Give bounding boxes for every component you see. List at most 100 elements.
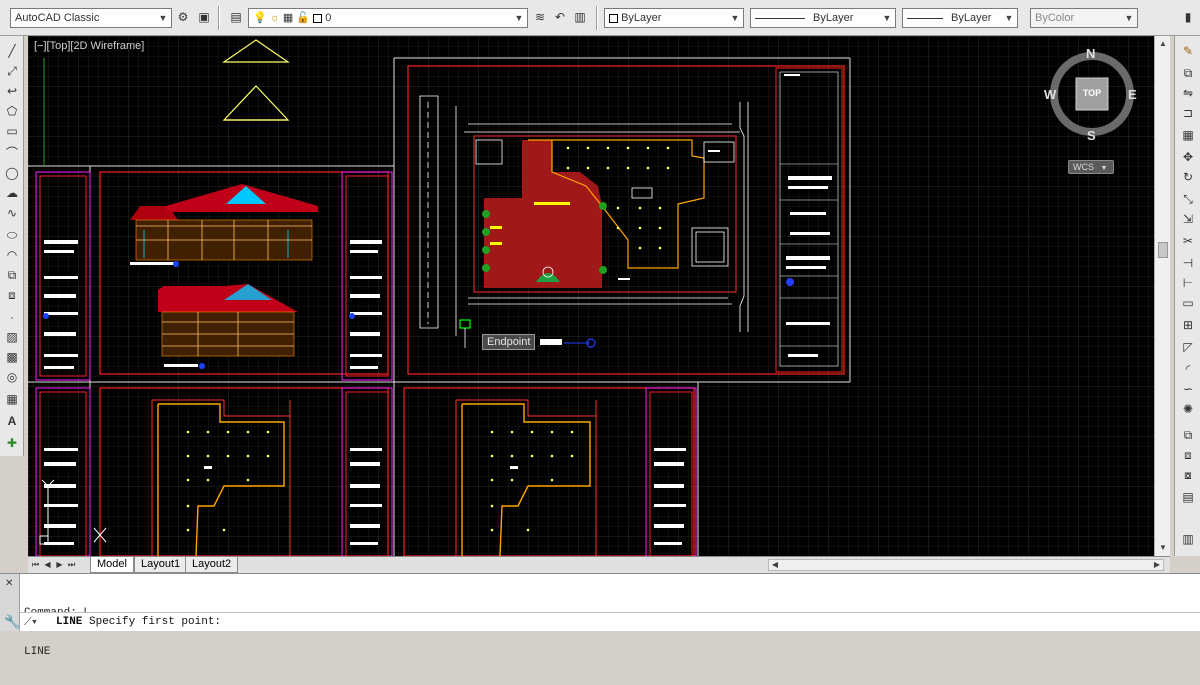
draw-order-front-icon[interactable]: ⧈ [1179, 446, 1197, 464]
viewcube-west[interactable]: W [1044, 87, 1056, 102]
viewcube-east[interactable]: E [1128, 87, 1137, 102]
region-icon[interactable]: ◎ [3, 368, 21, 386]
scrollbar-thumb[interactable] [1158, 242, 1168, 258]
first-tab-icon[interactable]: ⏮ [30, 558, 41, 572]
rotate-icon[interactable]: ↻ [1179, 168, 1197, 186]
layer-dropdown[interactable]: 💡 ☼ ▦ 🔓 0 ▼ [248, 8, 528, 28]
vertical-scrollbar[interactable]: ▲ ▼ [1154, 36, 1170, 556]
workspace-dropdown[interactable]: AutoCAD Classic ▼ [10, 8, 172, 28]
chevron-down-icon: ▼ [1004, 13, 1014, 23]
layer-states-icon[interactable]: ▥ [572, 9, 588, 25]
workspace-settings-icon[interactable]: ⚙ [175, 9, 191, 25]
linetype-value: ByLayer [813, 12, 854, 24]
freeze-viewport-icon: ▦ [282, 12, 294, 24]
linetype-sample [755, 17, 805, 19]
table-icon[interactable]: ▦ [3, 390, 21, 408]
chevron-down-icon: ▼ [514, 13, 524, 23]
command-prompt-icon[interactable]: ⟋▾ [24, 615, 48, 629]
viewport-label[interactable]: [−][Top][2D Wireframe] [34, 40, 144, 52]
command-window-grip[interactable]: ✕ 🔧 [0, 574, 20, 631]
mirror-icon[interactable]: ⇋ [1179, 84, 1197, 102]
modify-toolbar: ✎ ⧉ ⇋ ⊐ ▦ ✥ ↻ ⤡ ⇲ ✂ ⊣ ⊢ ▭ ⊞ ◸ ◜ ∽ ✺ ⧉ ⧈ … [1174, 36, 1200, 556]
draw-order-under-icon[interactable]: ▥ [1179, 530, 1197, 548]
wrench-icon[interactable]: 🔧 [4, 614, 20, 630]
linetype-dropdown[interactable]: ByLayer ▼ [750, 8, 896, 28]
scale-icon[interactable]: ⤡ [1179, 190, 1197, 208]
workspace-label: AutoCAD Classic [15, 12, 100, 24]
move-icon[interactable]: ✥ [1179, 148, 1197, 166]
horizontal-scrollbar[interactable]: ◀ ▶ [768, 559, 1164, 571]
insert-block-icon[interactable]: ⧉ [3, 266, 21, 284]
copy-icon[interactable]: ⧉ [1179, 64, 1197, 82]
plotstyle-dropdown[interactable]: ByColor ▼ [1030, 8, 1138, 28]
draw-order-above-icon[interactable]: ▤ [1179, 488, 1197, 506]
viewcube-north[interactable]: N [1086, 46, 1095, 61]
draw-panel-icon[interactable]: ▮ [1180, 9, 1196, 25]
join-icon[interactable]: ⊞ [1179, 316, 1197, 334]
tab-layout1[interactable]: Layout1 [134, 557, 188, 573]
make-block-icon[interactable]: ⧈ [3, 286, 21, 304]
layer-color-swatch [313, 13, 323, 23]
viewcube-south[interactable]: S [1087, 128, 1096, 143]
layer-properties-icon[interactable]: ▤ [228, 9, 244, 25]
circle-icon[interactable]: ◯ [3, 164, 21, 182]
break-icon[interactable]: ▭ [1179, 294, 1197, 312]
multiline-text-icon[interactable]: A [3, 412, 21, 430]
stretch-icon[interactable]: ⇲ [1179, 210, 1197, 228]
array-icon[interactable]: ▦ [1179, 126, 1197, 144]
gradient-icon[interactable]: ▩ [3, 348, 21, 366]
ellipse-icon[interactable]: ⬭ [3, 226, 21, 244]
revcloud-icon[interactable]: ☁ [3, 184, 21, 202]
polygon-icon[interactable]: ⬠ [3, 102, 21, 120]
break-at-point-icon[interactable]: ⊢ [1179, 274, 1197, 292]
layer-previous-icon[interactable]: ↶ [552, 9, 568, 25]
offset-icon[interactable]: ⊐ [1179, 104, 1197, 122]
add-selected-icon[interactable]: ✚ [3, 434, 21, 452]
make-current-layer-icon[interactable]: ≋ [532, 9, 548, 25]
draw-order-back-icon[interactable]: ⧇ [1179, 466, 1197, 484]
tab-model[interactable]: Model [90, 557, 134, 573]
fillet-icon[interactable]: ◜ [1179, 360, 1197, 378]
chevron-down-icon: ▼ [1100, 165, 1108, 172]
arc-icon[interactable]: ⌒ [3, 144, 21, 162]
draw-order-icon[interactable]: ⧉ [1179, 426, 1197, 444]
scroll-up-icon[interactable]: ▲ [1157, 38, 1169, 50]
hatch-icon[interactable]: ▨ [3, 328, 21, 346]
viewcube-top-face[interactable]: TOP [1076, 88, 1108, 98]
customize-icon[interactable]: ▣ [196, 9, 212, 25]
blend-icon[interactable]: ∽ [1179, 380, 1197, 398]
lineweight-dropdown[interactable]: ByLayer ▼ [902, 8, 1018, 28]
chevron-down-icon: ▼ [730, 13, 740, 23]
point-icon[interactable]: · [3, 308, 21, 326]
command-line[interactable]: ⟋▾ LINE Specify first point: [20, 612, 1200, 631]
scroll-down-icon[interactable]: ▼ [1157, 542, 1169, 554]
construction-line-icon[interactable]: ⤢ [3, 62, 21, 80]
chamfer-icon[interactable]: ◸ [1179, 338, 1197, 356]
drawing-canvas[interactable]: [−][Top][2D Wireframe] N S W E TOP WCS ▼… [28, 36, 1170, 556]
previous-tab-icon[interactable]: ◀ [42, 558, 53, 572]
chevron-down-icon: ▼ [158, 13, 168, 23]
line-icon[interactable]: ╱ [3, 42, 21, 60]
scroll-right-icon[interactable]: ▶ [1151, 560, 1163, 570]
rectangle-icon[interactable]: ▭ [3, 122, 21, 140]
command-prompt-command: LINE [56, 616, 83, 628]
toolbar-separator [218, 6, 220, 30]
close-icon[interactable]: ✕ [5, 578, 13, 589]
extend-icon[interactable]: ⊣ [1179, 254, 1197, 272]
explode-icon[interactable]: ✺ [1179, 400, 1197, 418]
erase-icon[interactable]: ✎ [1179, 42, 1197, 60]
scroll-left-icon[interactable]: ◀ [769, 560, 781, 570]
lock-icon: 🔓 [296, 12, 311, 24]
polyline-icon[interactable]: ↩ [3, 82, 21, 100]
next-tab-icon[interactable]: ▶ [54, 558, 65, 572]
drawing-svg [28, 36, 1170, 556]
wcs-menu[interactable]: WCS ▼ [1068, 160, 1114, 174]
ellipse-arc-icon[interactable]: ◠ [3, 246, 21, 264]
color-dropdown[interactable]: ByLayer ▼ [604, 8, 744, 28]
trim-icon[interactable]: ✂ [1179, 232, 1197, 250]
command-prompt-text: Specify first point: [82, 616, 222, 628]
last-tab-icon[interactable]: ⏭ [66, 558, 77, 572]
lineweight-value: ByLayer [951, 12, 992, 24]
tab-layout2[interactable]: Layout2 [185, 557, 239, 573]
spline-icon[interactable]: ∿ [3, 204, 21, 222]
